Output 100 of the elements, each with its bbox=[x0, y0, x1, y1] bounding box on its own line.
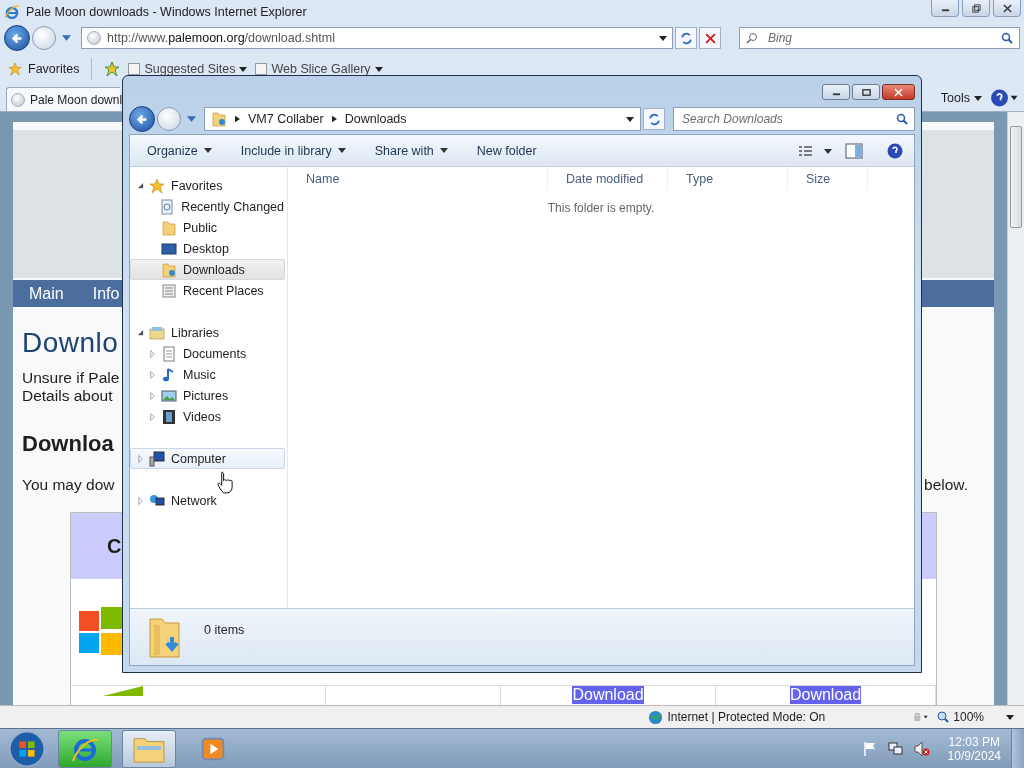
breadcrumb-item[interactable]: VM7 Collaber bbox=[248, 112, 324, 126]
folder-icon bbox=[133, 735, 165, 763]
maximize-button[interactable] bbox=[852, 84, 880, 100]
page-icon bbox=[128, 63, 141, 75]
caret-icon bbox=[974, 95, 982, 101]
tree-item[interactable]: Recent Places bbox=[130, 280, 285, 301]
stop-icon bbox=[704, 32, 716, 44]
flag-icon[interactable] bbox=[861, 741, 878, 757]
breadcrumb-item[interactable]: Downloads bbox=[344, 112, 407, 126]
scrollbar[interactable] bbox=[1007, 112, 1024, 705]
stop-button[interactable] bbox=[699, 27, 721, 49]
toolbar-button[interactable]: Include in library bbox=[240, 143, 346, 158]
column-header[interactable]: Date modified bbox=[548, 167, 668, 191]
tree-item[interactable]: Network bbox=[130, 490, 285, 511]
section-heading: Downloa bbox=[22, 431, 114, 457]
help-icon[interactable] bbox=[990, 89, 1018, 107]
minimize-button[interactable] bbox=[822, 84, 850, 100]
breadcrumb-bar[interactable]: VM7 Collaber Downloads bbox=[204, 107, 641, 131]
tree-item[interactable]: Desktop bbox=[130, 238, 285, 259]
preview-pane-icon[interactable] bbox=[845, 142, 863, 159]
view-options-icon[interactable] bbox=[798, 143, 832, 158]
maximize-icon bbox=[861, 87, 871, 97]
search-icon[interactable] bbox=[1001, 32, 1013, 44]
address-bar[interactable]: http://www.palemoon.org/download.shtml bbox=[81, 27, 673, 49]
tree-item[interactable]: Computer bbox=[130, 448, 285, 469]
expanded-triangle-icon[interactable] bbox=[137, 329, 144, 336]
logo-icon bbox=[103, 686, 143, 696]
film-icon bbox=[161, 408, 177, 425]
close-icon bbox=[1002, 3, 1012, 13]
tools-menu[interactable]: Tools bbox=[940, 91, 982, 105]
column-header[interactable]: Type bbox=[668, 167, 788, 191]
toolbar-button[interactable]: Share with bbox=[374, 143, 448, 158]
taskbar-button[interactable] bbox=[122, 730, 176, 768]
restore-button[interactable] bbox=[962, 0, 990, 17]
chevron-icon[interactable] bbox=[235, 115, 240, 123]
close-button[interactable] bbox=[993, 0, 1021, 17]
refresh-button[interactable] bbox=[643, 108, 665, 130]
paragraph-text: below. bbox=[924, 476, 968, 494]
tree-item[interactable]: Videos bbox=[130, 406, 285, 427]
search-bar[interactable]: Search Downloads bbox=[673, 107, 915, 131]
taskbar-button[interactable] bbox=[58, 730, 112, 768]
tree-item[interactable]: Favorites bbox=[130, 175, 285, 196]
minimize-button[interactable] bbox=[931, 0, 959, 17]
computer-icon bbox=[149, 450, 165, 467]
item-count: 0 items bbox=[204, 623, 245, 637]
back-arrow-icon bbox=[135, 112, 149, 126]
toolbar-button[interactable]: New folder bbox=[476, 143, 537, 158]
download-link[interactable]: Download bbox=[572, 686, 644, 704]
zoom-button[interactable]: 100% bbox=[937, 710, 984, 724]
paragraph-text: You may dow bbox=[22, 476, 115, 494]
windows-logo-icon bbox=[79, 607, 123, 657]
back-button[interactable] bbox=[129, 106, 155, 132]
search-bar[interactable]: Bing bbox=[739, 27, 1020, 49]
tree-item[interactable]: Downloads bbox=[130, 259, 285, 280]
restore-icon bbox=[971, 3, 981, 13]
tree-item[interactable]: Public bbox=[130, 217, 285, 238]
favorites-button[interactable]: Favorites bbox=[8, 62, 80, 76]
window-title: Pale Moon downloads - Windows Internet Explorer bbox=[26, 4, 308, 19]
caret-icon bbox=[337, 148, 346, 153]
muted-speaker-icon[interactable] bbox=[913, 741, 930, 757]
back-arrow-icon bbox=[10, 31, 24, 45]
caret-icon bbox=[374, 66, 383, 72]
network-icon bbox=[149, 492, 165, 509]
folder-icon bbox=[161, 219, 177, 236]
expanded-triangle-icon[interactable] bbox=[137, 182, 144, 189]
search-icon[interactable] bbox=[896, 113, 908, 125]
favorites-link[interactable]: Suggested Sites bbox=[128, 62, 248, 76]
add-favorite-icon[interactable] bbox=[104, 61, 121, 77]
column-header[interactable]: Name bbox=[288, 167, 548, 191]
back-button[interactable] bbox=[4, 25, 30, 51]
caret-icon bbox=[659, 35, 667, 41]
search-field[interactable]: Search Downloads bbox=[680, 111, 896, 127]
tree-item[interactable]: Music bbox=[130, 364, 285, 385]
security-zone-text: Internet | Protected Mode: On bbox=[667, 710, 826, 724]
document-clock-icon bbox=[159, 198, 176, 215]
favorites-link[interactable]: Web Slice Gallery bbox=[255, 62, 383, 76]
tree-item[interactable]: Pictures bbox=[130, 385, 285, 406]
network-icon[interactable] bbox=[887, 741, 904, 757]
refresh-button[interactable] bbox=[675, 27, 697, 49]
toolbar-button[interactable]: Organize bbox=[147, 143, 212, 158]
start-button[interactable] bbox=[6, 730, 48, 768]
dropdown-arrow-icon[interactable] bbox=[1006, 714, 1014, 720]
column-header[interactable]: Size bbox=[788, 167, 868, 191]
browser-tab[interactable]: Pale Moon downl bbox=[6, 87, 120, 111]
tree-item[interactable]: Libraries bbox=[130, 322, 285, 343]
chevron-icon[interactable] bbox=[331, 115, 337, 123]
address-text[interactable]: http://www.palemoon.org/download.shtml bbox=[107, 31, 653, 45]
close-button[interactable] bbox=[882, 84, 915, 100]
nav-link[interactable]: Main bbox=[29, 284, 64, 303]
empty-folder-message: This folder is empty. bbox=[547, 201, 655, 215]
intro-text: Unsure if Pale bbox=[22, 369, 120, 387]
download-link[interactable]: Download bbox=[789, 686, 862, 704]
search-field[interactable]: Bing bbox=[766, 30, 993, 46]
help-icon[interactable] bbox=[886, 142, 904, 159]
tree-item[interactable]: Documents bbox=[130, 343, 285, 364]
recent-places-icon bbox=[161, 282, 177, 299]
picture-icon bbox=[161, 387, 177, 404]
tree-item[interactable]: Recently Changed bbox=[130, 196, 285, 217]
desktop-icon bbox=[161, 240, 177, 257]
nav-link[interactable]: Info bbox=[92, 284, 120, 303]
